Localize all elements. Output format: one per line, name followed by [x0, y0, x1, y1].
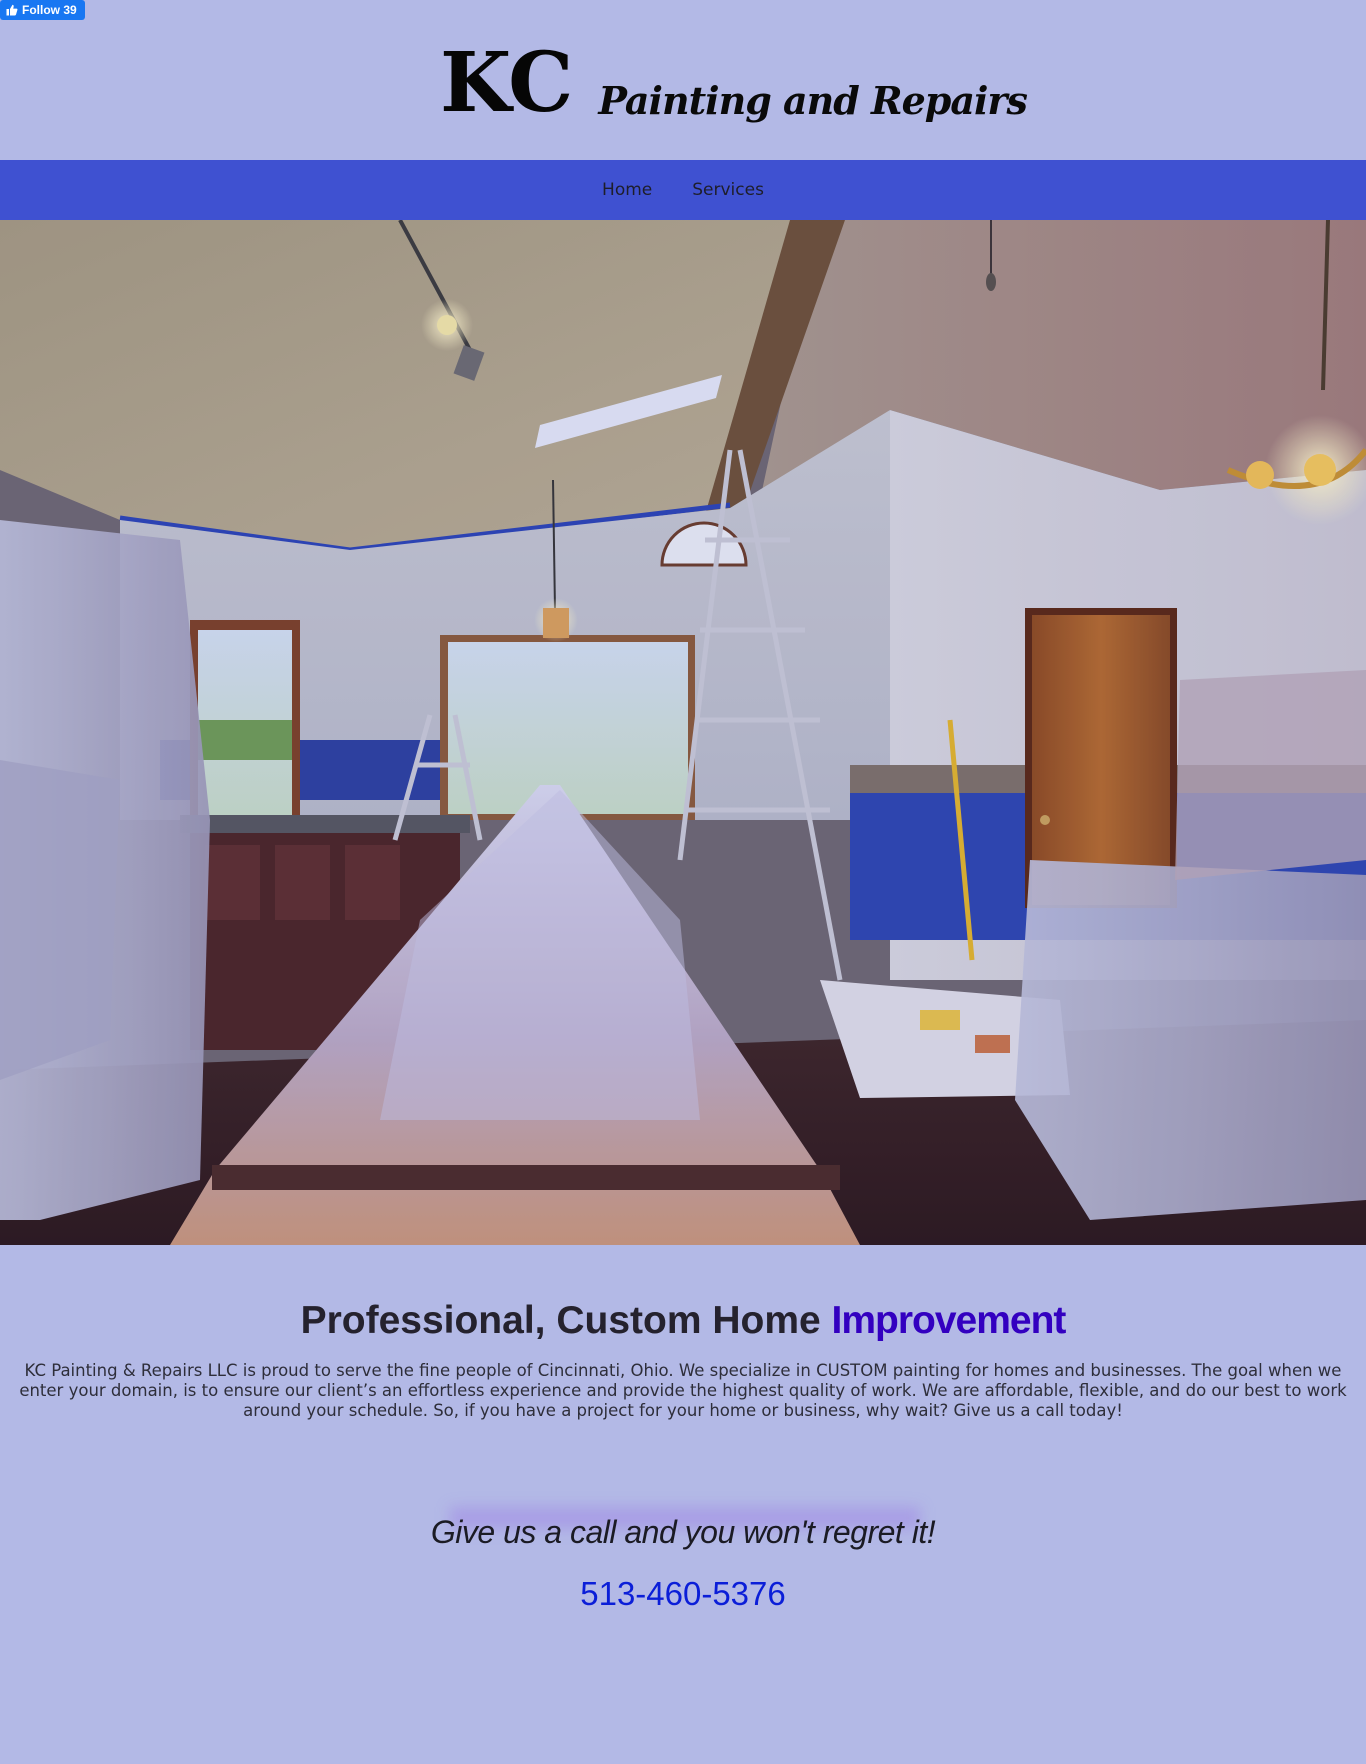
- hero-image: [0, 220, 1366, 1245]
- intro-section: Professional, Custom Home Improvement KC…: [0, 1299, 1366, 1421]
- logo-tagline: Painting and Repairs: [598, 78, 1028, 123]
- nav-item-home[interactable]: Home: [602, 180, 652, 200]
- site-header: KC Painting and Repairs: [0, 0, 1366, 160]
- cta-tagline: Give us a call and you won't regret it!: [430, 1514, 936, 1550]
- main-navigation: Home Services: [0, 160, 1366, 220]
- site-logo[interactable]: KC Painting and Repairs: [440, 35, 1028, 131]
- call-to-action: Give us a call and you won't regret it! …: [0, 1500, 1366, 1613]
- intro-heading-accent: Improvement: [831, 1299, 1067, 1342]
- intro-heading: Professional, Custom Home Improvement: [0, 1299, 1366, 1343]
- intro-body: KC Painting & Repairs LLC is proud to se…: [19, 1360, 1347, 1420]
- phone-link[interactable]: 513-460-5376: [580, 1575, 786, 1613]
- nav-item-services[interactable]: Services: [692, 180, 764, 200]
- intro-heading-main: Professional, Custom Home: [300, 1299, 832, 1342]
- logo-initials: KC: [440, 35, 573, 131]
